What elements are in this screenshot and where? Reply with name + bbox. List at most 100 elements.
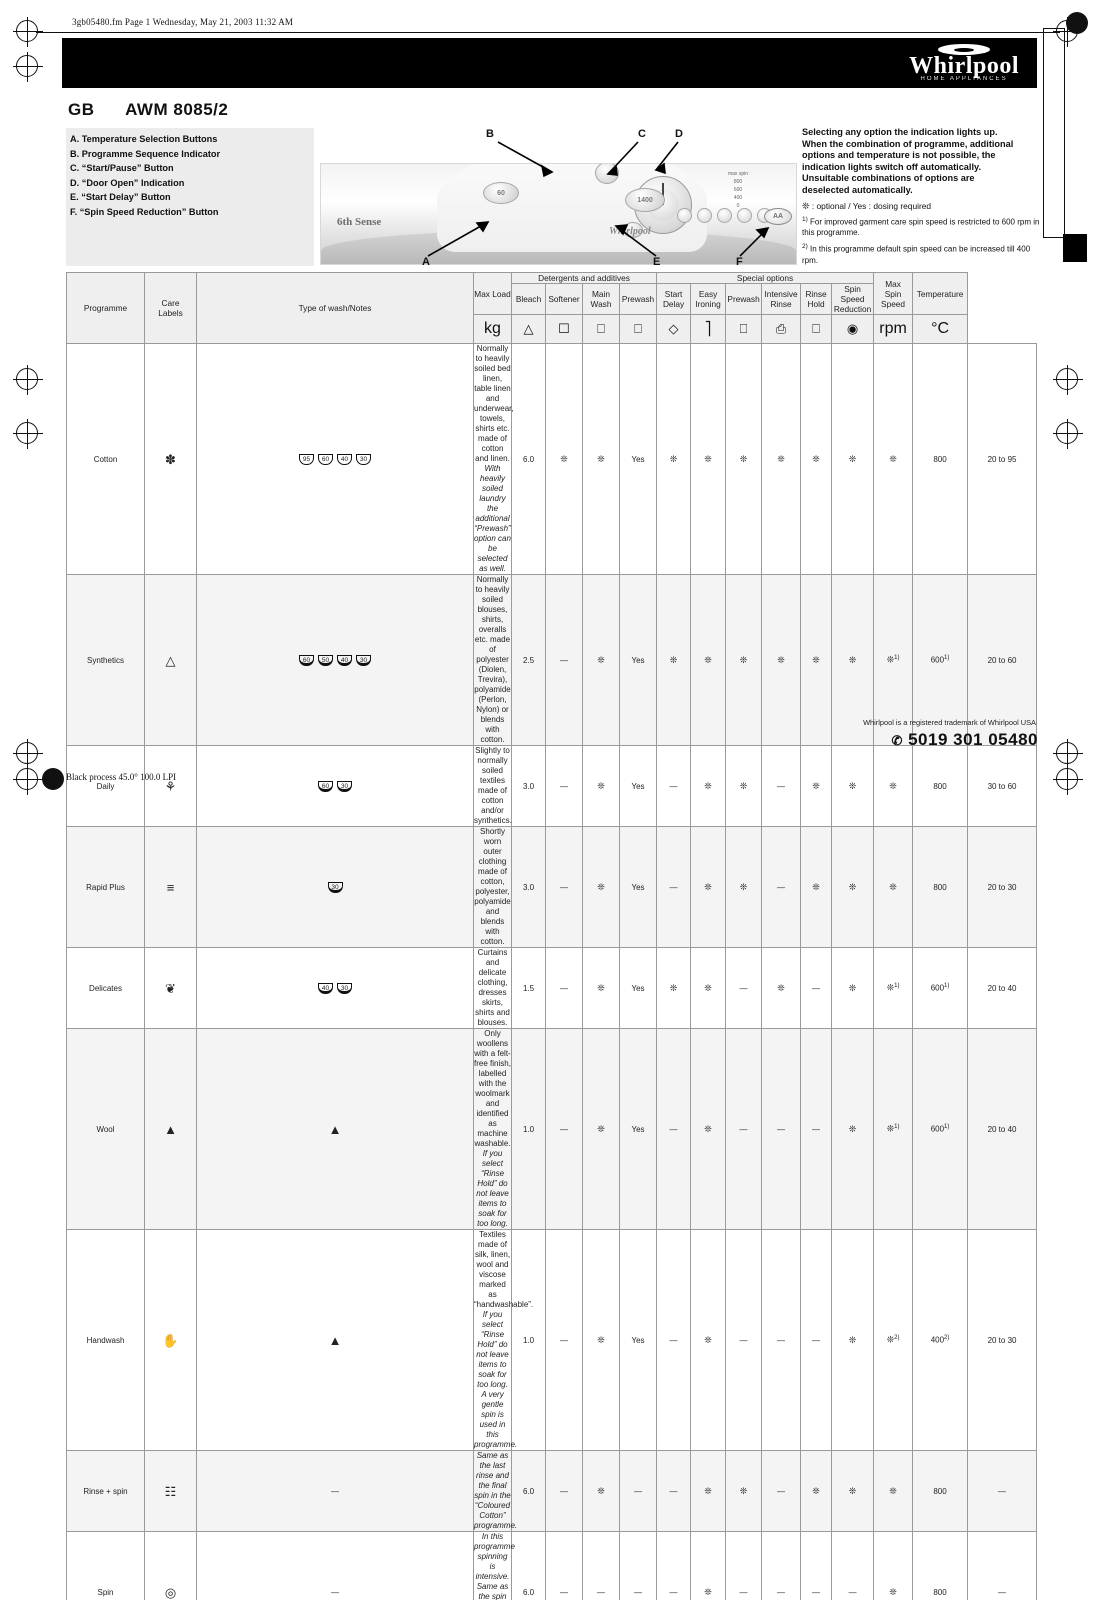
max-load-value: 1.0 — [512, 1029, 546, 1230]
callout-label-a: A — [422, 256, 430, 268]
easy-ironing-value: ❊ — [726, 1451, 762, 1532]
notes-line-2: When the combination of programme, addit… — [802, 139, 1040, 151]
side-black-block — [1063, 234, 1087, 262]
intensive-rinse-value: ❊ — [801, 746, 832, 827]
start-delay-value: ❊ — [691, 1029, 726, 1230]
type-of-wash-cell: Only woollens with a felt-free finish, l… — [474, 1029, 512, 1230]
registration-mark-left-upper — [16, 55, 38, 77]
easy-ironing-value: — — [726, 1230, 762, 1451]
col-header-intensive-rinse: IntensiveRinse — [762, 284, 801, 315]
programme-name: Synthetics — [67, 575, 145, 746]
footnote-1: 1) For improved garment care spin speed … — [802, 214, 1040, 239]
care-labels-cell: ▲ — [197, 1230, 474, 1451]
programme-icon: △ — [145, 575, 197, 746]
col-header-max-spin-speed: MaxSpinSpeed — [874, 273, 913, 315]
programme-table: Programme CareLabels Type of wash/Notes … — [66, 272, 1037, 1600]
unit-celsius: °C — [913, 315, 968, 344]
softener-value: ❊ — [583, 827, 620, 948]
group-header-special-options: Special options — [657, 273, 874, 284]
care-labels-cell: 4030 — [197, 948, 474, 1029]
bleach-value: — — [546, 827, 583, 948]
programme-name: Rapid Plus — [67, 827, 145, 948]
easy-ironing-value: ❊ — [726, 746, 762, 827]
notes-text: Slightly to normally soiled textiles mad… — [474, 746, 512, 825]
table-row: Spin◎—In this programme spinning is inte… — [67, 1532, 1037, 1600]
care-label-60: 60 — [318, 781, 333, 792]
start-delay-value: ❊ — [691, 1532, 726, 1600]
softener-value: ❊ — [583, 344, 620, 575]
whirlpool-logo-wordmark: Whirlpool — [909, 54, 1019, 78]
max-spin-speed-value: 4002) — [913, 1230, 968, 1451]
max-load-value: 2.5 — [512, 575, 546, 746]
care-label-30: 30 — [356, 655, 371, 666]
intensive-rinse-value: — — [801, 948, 832, 1029]
easy-ironing-value: ❊ — [726, 344, 762, 575]
asterisk-icon: ❊ — [802, 201, 810, 211]
prewash-detergent-value: ❊ — [657, 948, 691, 1029]
notes-line-4: indication lights switch off automatical… — [802, 162, 1040, 174]
phone-icon: ✆ — [891, 733, 902, 748]
care-labels-cell: 30 — [197, 827, 474, 948]
col-header-start-delay: StartDelay — [657, 284, 691, 315]
col-header-type-of-wash: Type of wash/Notes — [197, 273, 474, 344]
footnote-1-marker: 1) — [802, 216, 808, 223]
prewash-option-value: — — [762, 1451, 801, 1532]
wool-icon: ▲ — [164, 1122, 177, 1137]
easy-ironing-value: ❊ — [726, 827, 762, 948]
intensive-rinse-value: ❊ — [801, 344, 832, 575]
prewash-option-value: ❊ — [762, 948, 801, 1029]
main-wash-value: Yes — [620, 1230, 657, 1451]
side-crop-box — [1043, 28, 1065, 238]
max-spin-speed-value: 6001) — [913, 948, 968, 1029]
col-header-easy-ironing: EasyIroning — [691, 284, 726, 315]
prewash-detergent-value: — — [657, 1451, 691, 1532]
bleach-value: ❊ — [546, 344, 583, 575]
spin-speed-reduction-value: ❊ — [874, 344, 913, 575]
prewash-option-value: — — [762, 827, 801, 948]
registration-mark-left-lower — [16, 422, 38, 444]
black-process-note: Black process 45.0° 100.0 LPI — [66, 772, 176, 782]
softener-value: ❊ — [583, 575, 620, 746]
softener-value: ❊ — [583, 948, 620, 1029]
table-body: Cotton✽95604030Normally to heavily soile… — [67, 344, 1037, 1600]
max-load-value: 3.0 — [512, 827, 546, 948]
intensive-rinse-value: ❊ — [801, 575, 832, 746]
notes-line-6: deselected automatically. — [802, 185, 1040, 197]
prewash-option-value: — — [762, 1230, 801, 1451]
footnote-2: 2) In this programme default spin speed … — [802, 241, 1040, 266]
prewash-option-icon: ⎕ — [726, 315, 762, 344]
part-number-value: 5019 301 05480 — [908, 730, 1038, 749]
temperature-value: 20 to 95 — [968, 344, 1037, 575]
unit-kg: kg — [474, 315, 512, 344]
prewash-option-value: ❊ — [762, 575, 801, 746]
col-header-main-wash: MainWash — [583, 284, 620, 315]
delicates-icon: ❦ — [165, 981, 176, 996]
header-black-band: Whirlpool HOME APPLIANCES — [62, 38, 1037, 88]
prewash-detergent-value: — — [657, 1029, 691, 1230]
print-filename-strip: 3gb05480.fm Page 1 Wednesday, May 21, 20… — [72, 17, 293, 27]
top-rule — [36, 32, 1060, 33]
callout-label-c: C — [638, 128, 646, 140]
spin-speed-reduction-value: ❊ — [874, 827, 913, 948]
programme-name: Daily — [67, 746, 145, 827]
spin-speed-reduction-icon: ◉ — [832, 315, 874, 344]
whirlpool-swoosh-icon — [938, 44, 990, 55]
woolmark-icon: ▲ — [329, 1122, 342, 1137]
spin-speed-reduction-value: ❊ — [874, 1532, 913, 1600]
bleach-value: — — [546, 1230, 583, 1451]
care-label-50: 50 — [318, 655, 333, 666]
max-load-value: 6.0 — [512, 1451, 546, 1532]
rinse-hold-value: ❊ — [832, 746, 874, 827]
programme-name: Handwash — [67, 1230, 145, 1451]
max-load-value: 6.0 — [512, 344, 546, 575]
temperature-value: — — [968, 1532, 1037, 1600]
rinse-hold-value: ❊ — [832, 948, 874, 1029]
intensive-rinse-value: — — [801, 1532, 832, 1600]
notes-text: Normally to heavily soiled blouses, shir… — [474, 575, 510, 744]
main-wash-value: Yes — [620, 575, 657, 746]
table-group-header-row: Programme CareLabels Type of wash/Notes … — [67, 273, 1037, 284]
programme-icon: ❦ — [145, 948, 197, 1029]
softener-value: ❊ — [583, 1451, 620, 1532]
col-header-temperature: Temperature — [913, 273, 968, 315]
rinse-hold-value: ❊ — [832, 827, 874, 948]
